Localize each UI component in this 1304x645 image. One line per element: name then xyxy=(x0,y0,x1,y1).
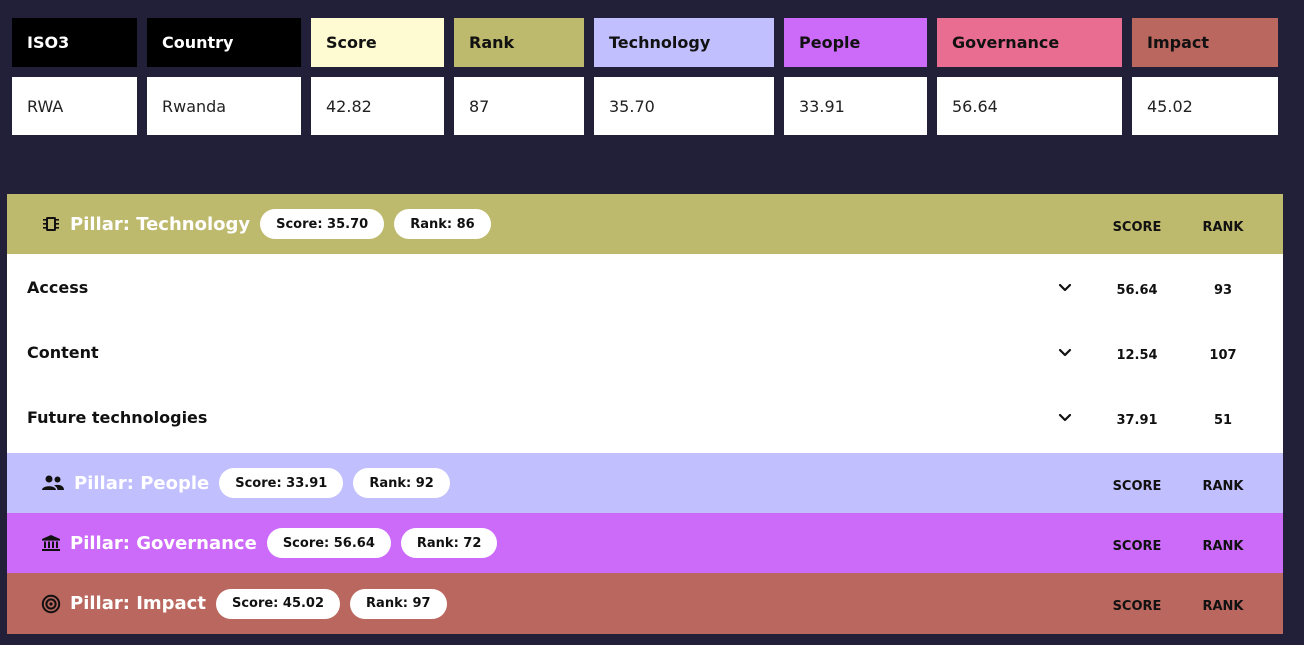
rank-column-header: RANK xyxy=(1202,599,1244,614)
chevron-down-icon[interactable] xyxy=(1055,278,1075,298)
pillar-score-badge: Score: 33.91 xyxy=(219,468,344,498)
pillar-governance-header[interactable]: Pillar: Governance Score: 56.64 Rank: 72… xyxy=(7,513,1283,573)
summary-col-technology: Technology 35.70 xyxy=(594,18,774,135)
pillar-people-header[interactable]: Pillar: People Score: 33.91 Rank: 92 SCO… xyxy=(7,453,1283,513)
rank-column-header: RANK xyxy=(1202,220,1244,235)
institution-icon xyxy=(40,532,62,554)
summary-col-people: People 33.91 xyxy=(784,18,927,135)
score-column-header: SCORE xyxy=(1112,599,1162,614)
pillar-score-badge: Score: 45.02 xyxy=(215,588,341,619)
subpillar-row-access[interactable]: Access 56.64 93 xyxy=(7,256,1283,321)
summary-value-score: 42.82 xyxy=(311,77,444,135)
pillar-rank-badge: Rank: 86 xyxy=(394,209,491,239)
rank-column-header: RANK xyxy=(1202,479,1244,494)
summary-value-impact: 45.02 xyxy=(1132,77,1278,135)
summary-header-governance: Governance xyxy=(937,18,1122,67)
pillar-title: Pillar: Technology xyxy=(70,213,251,235)
summary-header-rank: Rank xyxy=(454,18,584,67)
summary-value-iso3: RWA xyxy=(12,77,137,135)
summary-header-country: Country xyxy=(147,18,301,67)
subpillar-score: 56.64 xyxy=(1116,283,1158,298)
pillar-technology-header[interactable]: Pillar: Technology Score: 35.70 Rank: 86… xyxy=(7,194,1283,254)
pillar-score-badge: Score: 35.70 xyxy=(260,209,385,239)
pillar-title: Pillar: Impact xyxy=(70,593,206,614)
summary-value-rank: 87 xyxy=(454,77,584,135)
pillars-accordion: Pillar: Technology Score: 35.70 Rank: 86… xyxy=(7,194,1283,634)
rank-column-header: RANK xyxy=(1202,539,1244,554)
subpillar-score: 37.91 xyxy=(1116,413,1158,428)
summary-header-score: Score xyxy=(311,18,444,67)
summary-header-impact: Impact xyxy=(1132,18,1278,67)
summary-col-rank: Rank 87 xyxy=(454,18,584,135)
people-icon xyxy=(40,472,66,494)
pillar-impact-header[interactable]: Pillar: Impact Score: 45.02 Rank: 97 SCO… xyxy=(7,573,1283,634)
chip-icon xyxy=(40,213,62,235)
score-column-header: SCORE xyxy=(1112,539,1162,554)
score-column-header: SCORE xyxy=(1112,220,1162,235)
summary-value-country: Rwanda xyxy=(147,77,301,135)
pillar-rank-badge: Rank: 97 xyxy=(350,588,447,619)
summary-header-people: People xyxy=(784,18,927,67)
summary-header-technology: Technology xyxy=(594,18,774,67)
summary-col-governance: Governance 56.64 xyxy=(937,18,1122,135)
summary-value-people: 33.91 xyxy=(784,77,927,135)
summary-value-governance: 56.64 xyxy=(937,77,1122,135)
pillar-score-badge: Score: 56.64 xyxy=(266,528,391,558)
chevron-down-icon[interactable] xyxy=(1055,343,1075,363)
subpillar-row-future-technologies[interactable]: Future technologies 37.91 51 xyxy=(7,386,1283,451)
subpillar-name: Future technologies xyxy=(27,408,208,427)
subpillar-name: Content xyxy=(27,343,99,362)
summary-col-score: Score 42.82 xyxy=(311,18,444,135)
pillar-rank-badge: Rank: 72 xyxy=(400,528,498,558)
pillar-title: Pillar: People xyxy=(74,472,210,494)
subpillar-score: 12.54 xyxy=(1116,348,1158,363)
pillar-rank-badge: Rank: 92 xyxy=(353,468,450,498)
summary-header-iso3: ISO3 xyxy=(12,18,137,67)
subpillar-row-content[interactable]: Content 12.54 107 xyxy=(7,321,1283,386)
summary-col-country: Country Rwanda xyxy=(147,18,301,135)
summary-col-iso3: ISO3 RWA xyxy=(12,18,137,135)
target-icon xyxy=(40,593,62,615)
subpillar-rank: 107 xyxy=(1209,348,1237,363)
subpillar-list: Access 56.64 93 Content 12.54 107 Future… xyxy=(7,254,1283,453)
score-column-header: SCORE xyxy=(1112,479,1162,494)
subpillar-rank: 93 xyxy=(1213,283,1233,298)
summary-col-impact: Impact 45.02 xyxy=(1132,18,1278,135)
subpillar-name: Access xyxy=(27,278,89,297)
summary-value-technology: 35.70 xyxy=(594,77,774,135)
chevron-down-icon[interactable] xyxy=(1055,408,1075,428)
subpillar-rank: 51 xyxy=(1213,413,1233,428)
pillar-title: Pillar: Governance xyxy=(70,532,257,554)
